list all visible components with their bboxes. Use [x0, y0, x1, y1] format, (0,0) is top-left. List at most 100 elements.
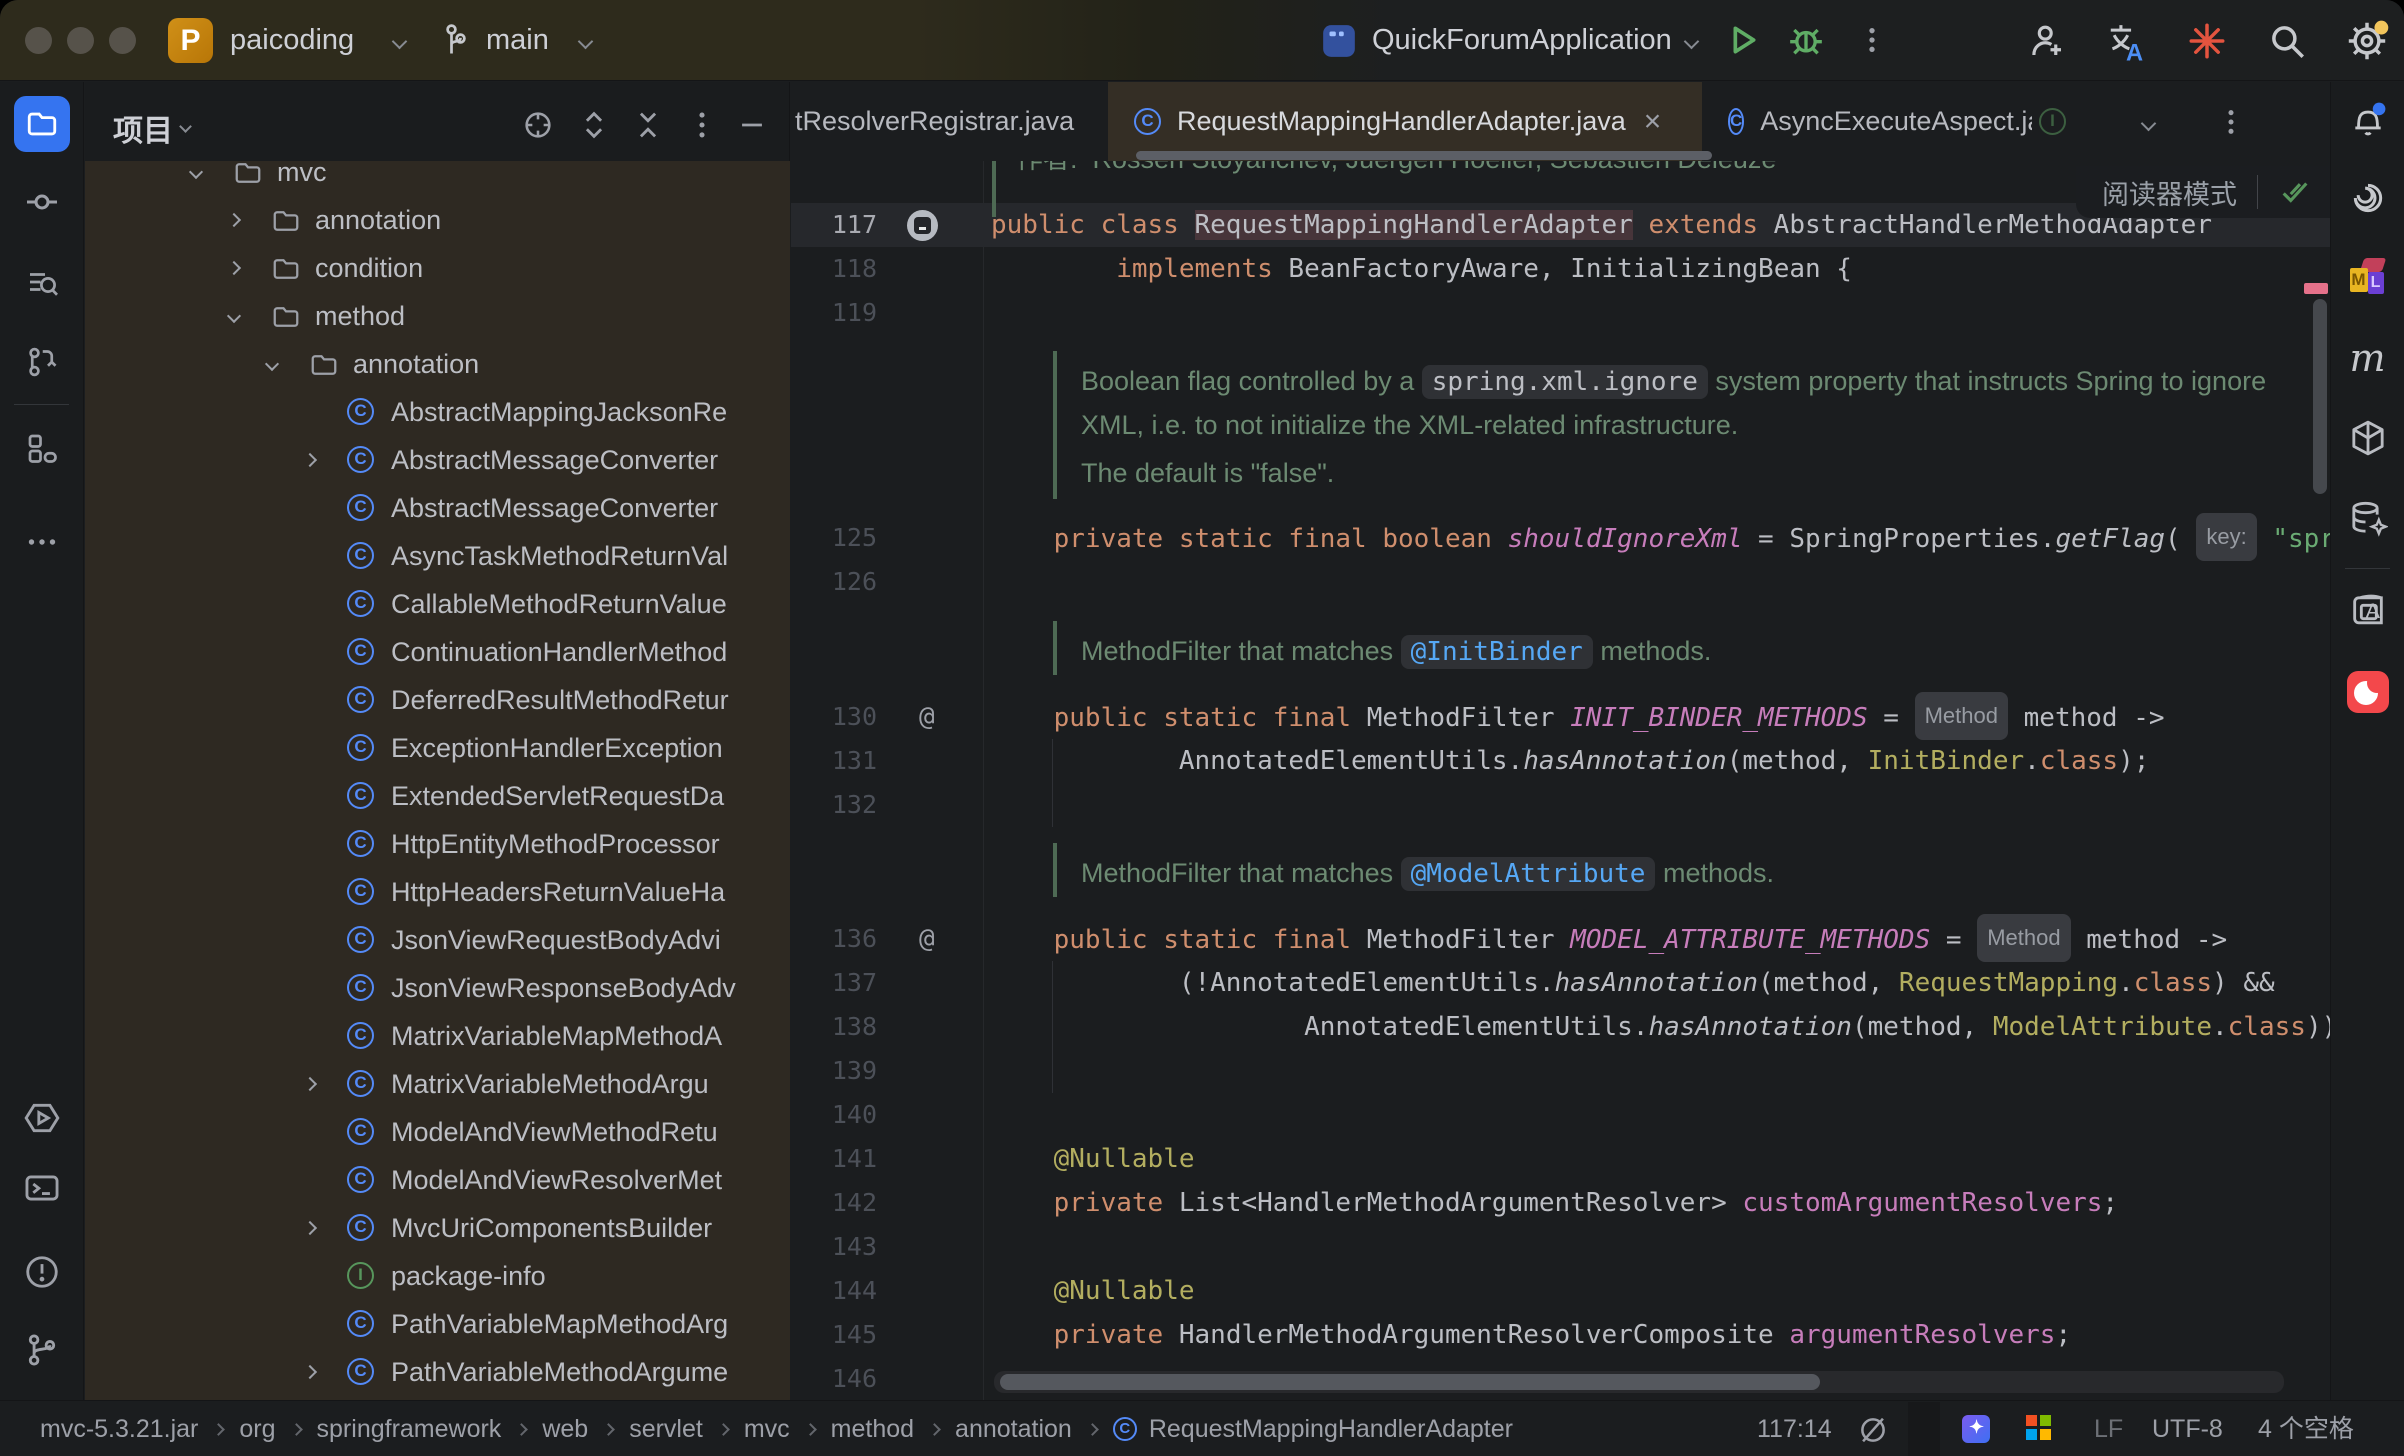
vertical-scrollbar-thumb[interactable] [2313, 299, 2327, 494]
tree-item-ExtendedServletRequestDa[interactable]: CExtendedServletRequestDa [85, 772, 790, 820]
code-line-130[interactable]: 130@ public static final MethodFilter IN… [791, 695, 2330, 739]
code-line-142[interactable]: 142 private List<HandlerMethodArgumentRe… [791, 1181, 2330, 1225]
notifications-bell-icon[interactable] [2340, 92, 2396, 148]
branch-name[interactable]: main [486, 24, 549, 57]
tree-item-package-info[interactable]: Ipackage-info [85, 1252, 790, 1300]
tree-item-JsonViewResponseBodyAdv[interactable]: CJsonViewResponseBodyAdv [85, 964, 790, 1012]
code-line-138[interactable]: 138 AnnotatedElementUtils.hasAnnotation(… [791, 1005, 2330, 1049]
no-inspection-icon[interactable] [1856, 1413, 1890, 1447]
line-number[interactable]: 140 [791, 1093, 877, 1137]
breadcrumb-item[interactable]: servlet [629, 1415, 703, 1444]
pull-requests-tool-button[interactable] [14, 334, 70, 390]
tree-item-HttpEntityMethodProcessor[interactable]: CHttpEntityMethodProcessor [85, 820, 790, 868]
chevron-down-icon[interactable] [227, 309, 241, 323]
line-number[interactable]: 126 [791, 560, 877, 604]
database-sparkle-icon[interactable] [2340, 490, 2396, 546]
file-encoding[interactable]: UTF-8 [2152, 1401, 2223, 1456]
inspections-ok-icon[interactable] [2278, 175, 2312, 209]
services-tool-button[interactable] [14, 1090, 70, 1146]
tab-resolver-registrar[interactable]: tResolverRegistrar.java [791, 82, 1108, 161]
problems-tool-button[interactable] [14, 1244, 70, 1300]
code-line-125[interactable]: 125 private static final boolean shouldI… [791, 516, 2330, 560]
tree-item-DeferredResultMethodRetur[interactable]: CDeferredResultMethodRetur [85, 676, 790, 724]
line-separator[interactable]: LF [2094, 1401, 2123, 1456]
breadcrumb-item[interactable]: web [542, 1415, 588, 1444]
breadcrumb-item[interactable]: annotation [955, 1415, 1072, 1444]
search-icon[interactable] [2266, 20, 2308, 62]
code-line-119[interactable]: 119 [791, 291, 2330, 335]
more-icon[interactable] [685, 108, 719, 142]
breadcrumb-class[interactable]: RequestMappingHandlerAdapter [1149, 1415, 1513, 1444]
structure-tool-button[interactable] [14, 420, 70, 476]
tree-item-PathVariableMapMethodArg[interactable]: CPathVariableMapMethodArg [85, 1300, 790, 1348]
dictionary-icon[interactable]: A [2340, 584, 2396, 640]
tree-item-MatrixVariableMethodArgu[interactable]: CMatrixVariableMethodArgu [85, 1060, 790, 1108]
zoom-window-button[interactable] [109, 27, 136, 54]
project-panel-title[interactable]: 项目 [113, 106, 173, 150]
code-line-131[interactable]: 131 AnnotatedElementUtils.hasAnnotation(… [791, 739, 2330, 783]
chevron-down-icon[interactable] [2143, 116, 2154, 134]
debug-icon[interactable] [1786, 20, 1826, 60]
reader-mode-label[interactable]: 阅读器模式 [2102, 173, 2237, 212]
tree-item-JsonViewRequestBodyAdvi[interactable]: CJsonViewRequestBodyAdvi [85, 916, 790, 964]
code-line-136[interactable]: 136@ public static final MethodFilter MO… [791, 917, 2330, 961]
code-line-132[interactable]: 132 [791, 783, 2330, 827]
cube-plugin-icon[interactable] [2340, 410, 2396, 466]
breadcrumb[interactable]: mvc-5.3.21.jarorgspringframeworkwebservl… [40, 1401, 1513, 1456]
chevron-right-icon[interactable] [303, 1221, 317, 1235]
code-line-145[interactable]: 145 private HandlerMethodArgumentResolve… [791, 1313, 2330, 1357]
red-plugin-icon[interactable] [2340, 664, 2396, 720]
breadcrumb-item[interactable]: mvc-5.3.21.jar [40, 1415, 198, 1444]
tree-item-ContinuationHandlerMethod[interactable]: CContinuationHandlerMethod [85, 628, 790, 676]
chevron-down-icon[interactable] [181, 118, 190, 136]
annotation-gutter-icon[interactable]: @ [919, 695, 935, 739]
more-icon[interactable] [1856, 24, 1888, 56]
line-number[interactable]: 143 [791, 1225, 877, 1269]
tree-item-ModelAndViewResolverMet[interactable]: CModelAndViewResolverMet [85, 1156, 790, 1204]
run-icon[interactable] [1722, 20, 1762, 60]
line-number[interactable]: 138 [791, 1005, 877, 1049]
line-number[interactable]: 137 [791, 961, 877, 1005]
chevron-right-icon[interactable] [303, 1365, 317, 1379]
tab-scrollbar-thumb[interactable] [1136, 151, 1712, 160]
doc-line[interactable]: The default is "false". [791, 451, 2330, 495]
line-number[interactable]: 118 [791, 247, 877, 291]
more-tools-button[interactable] [14, 514, 70, 570]
close-window-button[interactable] [25, 27, 52, 54]
line-number[interactable]: 130 [791, 695, 877, 739]
tree-item-AbstractMessageConverter[interactable]: CAbstractMessageConverter [85, 436, 790, 484]
chevron-down-icon[interactable] [265, 357, 279, 371]
translate-icon[interactable]: A [2104, 20, 2148, 64]
terminal-tool-button[interactable] [14, 1160, 70, 1216]
expand-all-icon[interactable] [577, 108, 611, 142]
breadcrumb-item[interactable]: mvc [744, 1415, 790, 1444]
line-number[interactable]: 146 [791, 1357, 877, 1400]
version-control-tool-button[interactable] [14, 1322, 70, 1378]
tab-request-mapping-handler-adapter[interactable]: C RequestMappingHandlerAdapter.java × [1108, 82, 1702, 161]
error-stripe-mark[interactable] [2304, 283, 2328, 294]
hide-panel-icon[interactable] [735, 108, 769, 142]
horizontal-scrollbar-thumb[interactable] [1000, 1374, 1820, 1390]
breadcrumb-item[interactable]: method [831, 1415, 914, 1444]
line-number[interactable]: 139 [791, 1049, 877, 1093]
line-number[interactable]: 145 [791, 1313, 877, 1357]
doc-line[interactable]: MethodFilter that matches @InitBinder me… [791, 629, 2330, 673]
caret-position[interactable]: 117:14 [1757, 1401, 1832, 1456]
close-tab-icon[interactable]: × [1644, 105, 1662, 139]
code-editor[interactable]: 作者: Rossen Stoyanchev, Juergen Hoeller, … [791, 161, 2330, 1400]
bookmark-icon[interactable] [907, 210, 938, 241]
line-number[interactable]: 117 [791, 203, 877, 247]
commit-tool-button[interactable] [14, 174, 70, 230]
tree-item-AbstractMessageConverter[interactable]: CAbstractMessageConverter [85, 484, 790, 532]
tree-item-MatrixVariableMapMethodA[interactable]: CMatrixVariableMapMethodA [85, 1012, 790, 1060]
locate-icon[interactable] [521, 108, 555, 142]
annotation-gutter-icon[interactable]: @ [919, 917, 935, 961]
line-number[interactable]: 119 [791, 291, 877, 335]
tree-item-annotation[interactable]: annotation [85, 340, 790, 388]
line-number[interactable]: 141 [791, 1137, 877, 1181]
tree-item-annotation[interactable]: annotation [85, 196, 790, 244]
maven-icon[interactable]: m [2340, 330, 2396, 386]
line-number[interactable]: 131 [791, 739, 877, 783]
doc-line[interactable]: MethodFilter that matches @ModelAttribut… [791, 851, 2330, 895]
breadcrumb-item[interactable]: springframework [317, 1415, 502, 1444]
